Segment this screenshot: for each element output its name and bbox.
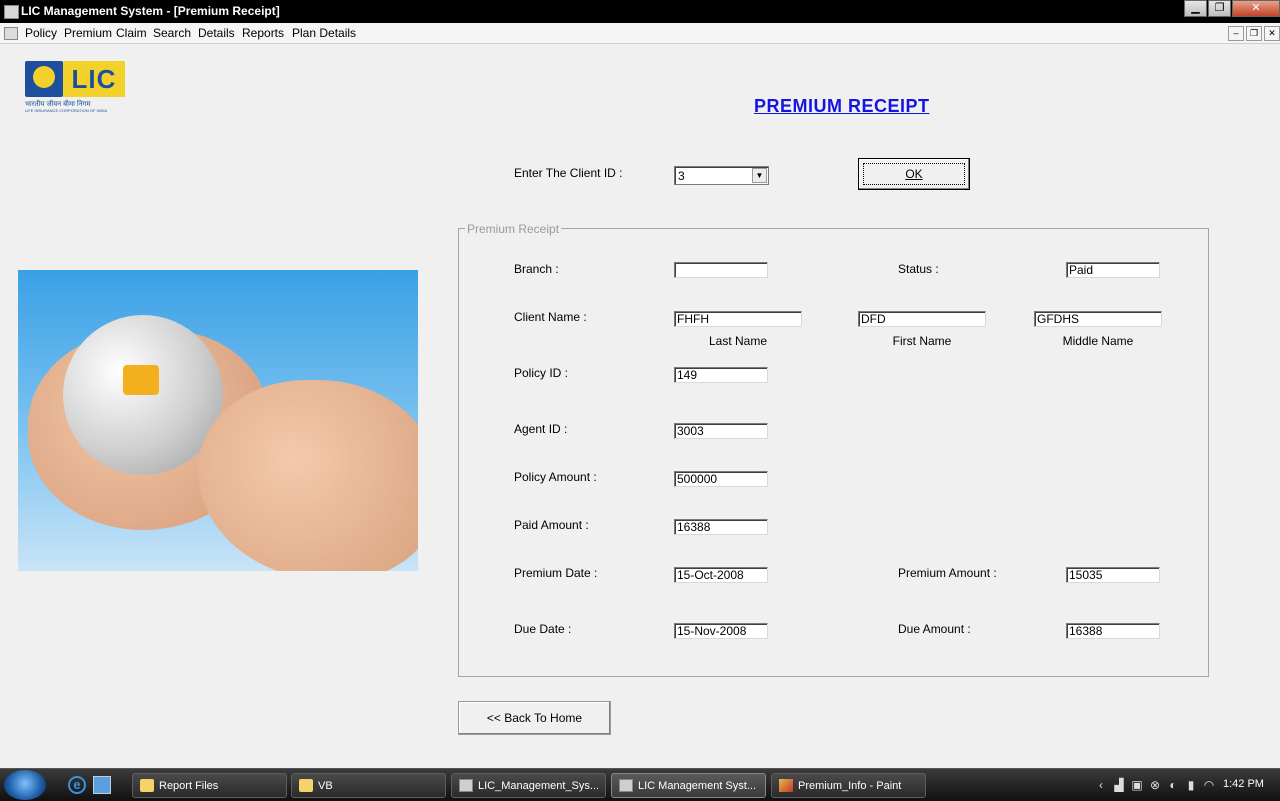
hands-globe-photo (18, 270, 418, 571)
mdi-minimize-button[interactable]: – (1228, 26, 1244, 41)
window-title: LIC Management System - [Premium Receipt… (21, 4, 280, 18)
taskbar-item-label: Report Files (159, 780, 219, 792)
menu-policy[interactable]: Policy (25, 26, 57, 40)
premium-date-field[interactable] (674, 567, 768, 583)
restore-button[interactable]: ❐ (1208, 0, 1231, 17)
menu-reports[interactable]: Reports (242, 26, 284, 40)
mdi-restore-button[interactable]: ❐ (1246, 26, 1262, 41)
due-date-field[interactable] (674, 623, 768, 639)
policy-id-label: Policy ID : (514, 366, 569, 380)
menu-bar: Policy Premium Claim Search Details Repo… (0, 23, 1280, 44)
middle-name-field[interactable] (1034, 311, 1162, 327)
taskbar-item-lic-system[interactable]: LIC Management Syst... (611, 773, 766, 798)
internet-explorer-icon[interactable]: e (68, 776, 86, 794)
app-icon (459, 779, 473, 792)
status-field[interactable] (1066, 262, 1160, 278)
branch-label: Branch : (514, 262, 559, 276)
taskbar: e Report Files VB LIC_Management_Sys... … (0, 768, 1280, 801)
client-name-label: Client Name : (514, 310, 587, 324)
policy-amount-label: Policy Amount : (514, 470, 597, 484)
taskbar-item-label: Premium_Info - Paint (798, 780, 902, 792)
client-id-label: Enter The Client ID : (514, 166, 623, 180)
security-icon[interactable]: ⊗ (1148, 778, 1162, 792)
title-bar: LIC Management System - [Premium Receipt… (0, 0, 1280, 23)
taskbar-item-label: VB (318, 780, 333, 792)
menu-search[interactable]: Search (153, 26, 191, 40)
premium-amount-field[interactable] (1066, 567, 1160, 583)
back-to-home-button[interactable]: << Back To Home (458, 701, 611, 735)
last-name-caption: Last Name (708, 334, 768, 348)
minimize-button[interactable]: ▁ (1184, 0, 1207, 17)
close-button[interactable]: ✕ (1232, 0, 1280, 17)
app-icon (619, 779, 633, 792)
first-name-caption: First Name (892, 334, 952, 348)
tray-expand-icon[interactable]: ‹ (1094, 778, 1108, 792)
policy-id-field[interactable] (674, 367, 768, 383)
taskbar-item-vb[interactable]: VB (291, 773, 446, 798)
volume-icon[interactable]: ◐ (1166, 778, 1180, 792)
wifi-icon[interactable]: ◠ (1202, 778, 1216, 792)
menu-claim[interactable]: Claim (116, 26, 147, 40)
premium-date-label: Premium Date : (514, 566, 598, 580)
taskbar-item-label: LIC Management Syst... (638, 780, 756, 792)
folder-icon (140, 779, 154, 792)
page-title: PREMIUM RECEIPT (754, 96, 930, 116)
menu-details[interactable]: Details (198, 26, 235, 40)
premium-receipt-group (458, 228, 1209, 677)
middle-name-caption: Middle Name (1062, 334, 1134, 348)
paid-amount-label: Paid Amount : (514, 518, 589, 532)
due-amount-field[interactable] (1066, 623, 1160, 639)
policy-amount-field[interactable] (674, 471, 768, 487)
menu-plan-details[interactable]: Plan Details (292, 26, 356, 40)
logo-english-text: LIFE INSURANCE CORPORATION OF INDIA (25, 108, 108, 113)
premium-amount-label: Premium Amount : (898, 566, 997, 580)
first-name-field[interactable] (858, 311, 986, 327)
taskbar-item-report-files[interactable]: Report Files (132, 773, 287, 798)
paid-amount-field[interactable] (674, 519, 768, 535)
battery-icon[interactable]: ▮ (1184, 778, 1198, 792)
status-label: Status : (898, 262, 939, 276)
folder-icon (299, 779, 313, 792)
due-date-label: Due Date : (514, 622, 572, 636)
app-icon (4, 5, 19, 19)
due-amount-label: Due Amount : (898, 622, 971, 636)
clock[interactable]: 1:42 PM (1223, 778, 1264, 790)
ok-button[interactable]: OK (858, 158, 970, 190)
network-icon[interactable]: ▣ (1130, 778, 1144, 792)
branch-field[interactable] (674, 262, 768, 278)
mdi-close-button[interactable]: ✕ (1264, 26, 1280, 41)
agent-id-label: Agent ID : (514, 422, 568, 436)
form-area: LIC भारतीय जीवन बीमा निगम LIFE INSURANCE… (0, 44, 1280, 768)
taskbar-item-label: LIC_Management_Sys... (478, 780, 600, 792)
lic-logo: LIC भारतीय जीवन बीमा निगम LIFE INSURANCE… (25, 61, 125, 113)
signal-icon[interactable]: ▟ (1112, 778, 1126, 792)
last-name-field[interactable] (674, 311, 802, 327)
agent-id-field[interactable] (674, 423, 768, 439)
show-desktop-icon[interactable] (93, 776, 111, 794)
group-title: Premium Receipt (465, 222, 562, 236)
taskbar-item-paint[interactable]: Premium_Info - Paint (771, 773, 926, 798)
logo-text: LIC (71, 64, 117, 94)
client-id-combo[interactable]: 3 ▼ (674, 166, 769, 185)
taskbar-item-lic-project[interactable]: LIC_Management_Sys... (451, 773, 606, 798)
start-button[interactable] (4, 770, 46, 800)
menu-premium[interactable]: Premium (64, 26, 112, 40)
mdi-child-icon[interactable] (4, 27, 18, 40)
lic-emblem-icon (25, 61, 63, 97)
paint-icon (779, 779, 793, 792)
client-id-value: 3 (678, 169, 685, 183)
chevron-down-icon[interactable]: ▼ (752, 168, 767, 183)
